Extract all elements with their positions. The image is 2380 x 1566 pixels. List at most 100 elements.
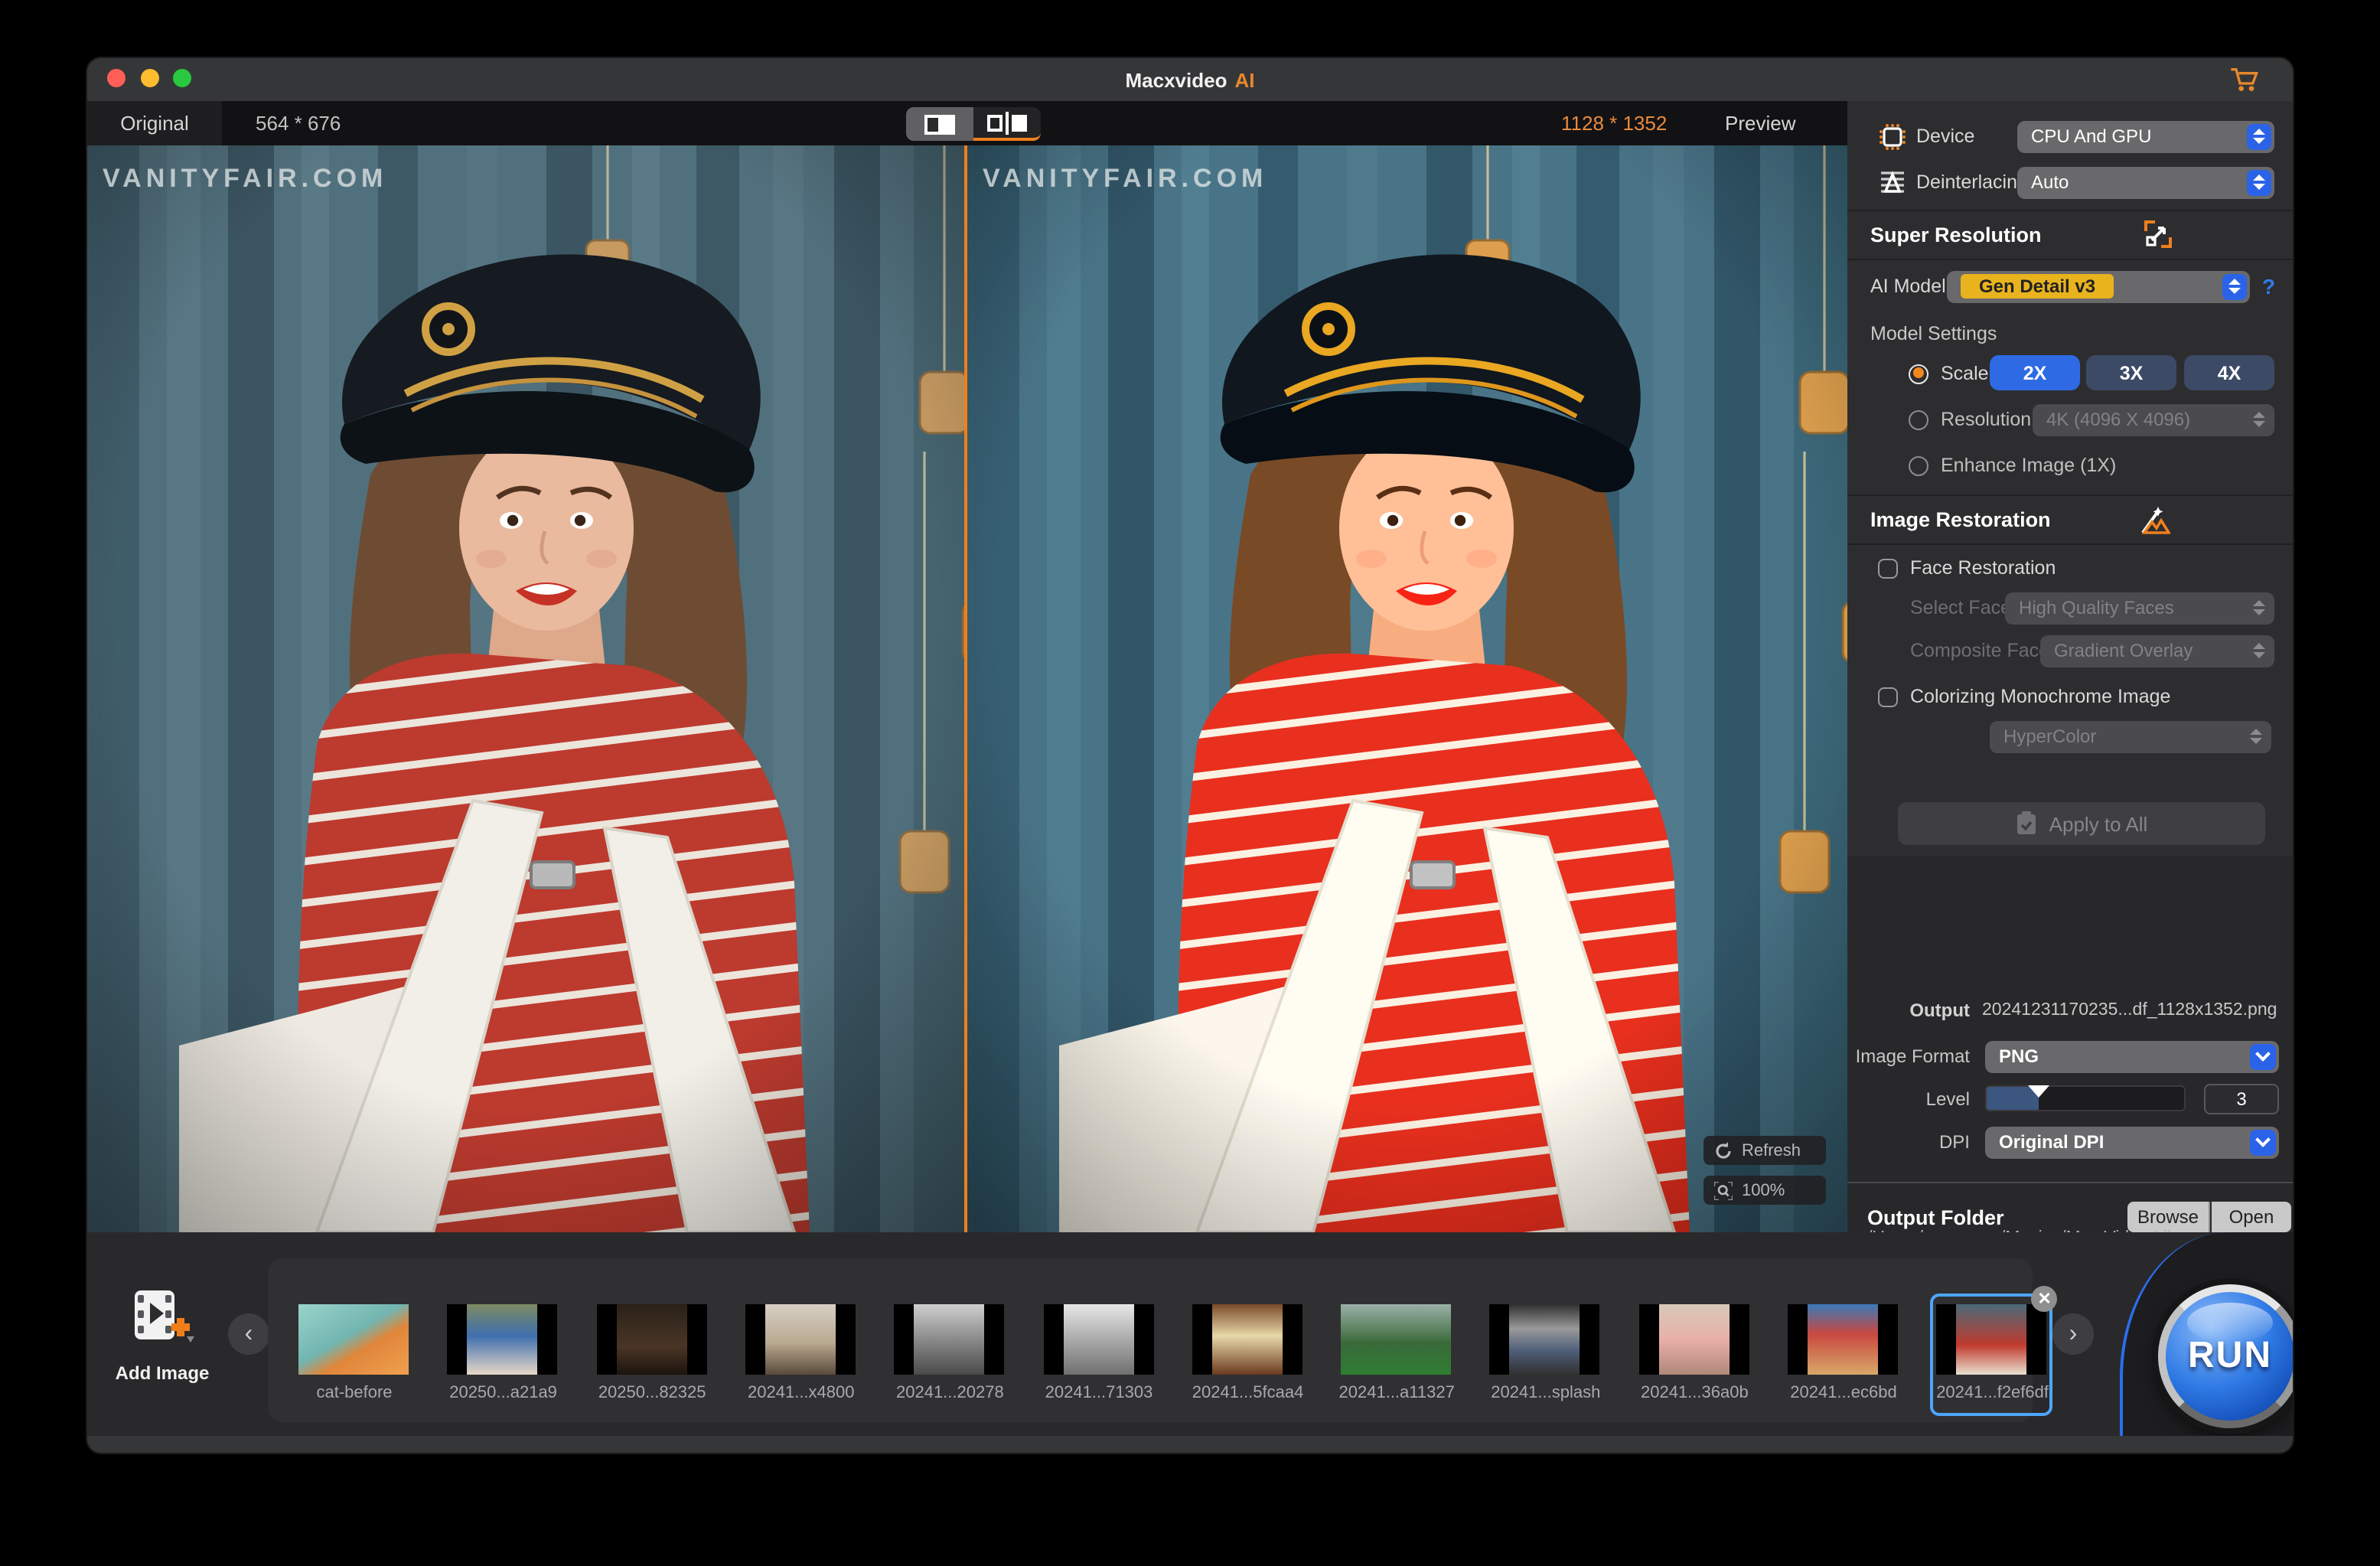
thumbnail[interactable]: 20241...20278: [875, 1258, 1024, 1422]
apply-to-all-button[interactable]: Apply to All: [1898, 802, 2265, 845]
split-view-button[interactable]: [973, 107, 1041, 141]
thumbnail-label: 20241...a11327: [1313, 1384, 1480, 1402]
thumbnail-image[interactable]: [1043, 1304, 1153, 1375]
scroll-left-button[interactable]: ‹: [228, 1313, 269, 1355]
ai-model-label: AI Model: [1870, 276, 1946, 297]
thumbnail[interactable]: 20241...splash: [1472, 1258, 1620, 1422]
face-restoration-checkbox[interactable]: [1878, 558, 1898, 578]
refresh-button[interactable]: Refresh: [1703, 1136, 1826, 1165]
add-image-button[interactable]: Add Image: [109, 1290, 216, 1384]
deinterlacing-label: Deinterlacing: [1916, 171, 2028, 193]
chevron-down-icon: [2250, 1043, 2276, 1069]
thumbnail-image[interactable]: [596, 1304, 706, 1375]
enhance-radio[interactable]: [1909, 455, 1928, 475]
output-row: Output 20241231170235...df_1128x1352.png: [1847, 989, 2293, 1032]
select-face-row: Select Face High Quality Faces: [1847, 586, 2293, 629]
resolution-dropdown: 4K (4096 X 4096): [2033, 403, 2274, 436]
view-mode-toggle: [906, 107, 1041, 141]
scale-label: Scale: [1941, 363, 1989, 384]
scale-2x-button[interactable]: 2X: [1990, 355, 2080, 390]
thumbnail[interactable]: 20241...x4800: [727, 1258, 875, 1422]
scale-radio[interactable]: [1909, 364, 1928, 383]
close-icon[interactable]: ✕: [2032, 1286, 2058, 1312]
colorizing-checkbox[interactable]: [1878, 687, 1898, 706]
level-slider[interactable]: [1985, 1085, 2186, 1111]
ai-model-row: AI Model Gen Detail v3 ?: [1847, 265, 2293, 308]
help-icon[interactable]: ?: [2262, 274, 2275, 299]
dpi-dropdown[interactable]: Original DPI: [1985, 1126, 2279, 1158]
hypercolor-row: HyperColor: [1847, 715, 2293, 758]
thumbnail[interactable]: 20250...82325: [578, 1258, 726, 1422]
dpi-row: DPI Original DPI: [1847, 1121, 2293, 1163]
thumbnail-image[interactable]: [1341, 1304, 1451, 1375]
stepper-icon: [2247, 123, 2271, 149]
run-button[interactable]: RUN: [2158, 1284, 2293, 1428]
shopping-cart-icon[interactable]: [2228, 66, 2259, 93]
thumbnail-image[interactable]: [745, 1304, 856, 1375]
tab-original[interactable]: Original: [87, 101, 222, 145]
thumbnail[interactable]: ✕20241...f2ef6df: [1919, 1258, 2067, 1422]
thumbnail-image[interactable]: [448, 1304, 558, 1375]
thumbnail-image[interactable]: [1788, 1304, 1898, 1375]
thumbnail-image[interactable]: [1937, 1304, 2047, 1375]
browse-button[interactable]: Browse: [2127, 1202, 2210, 1232]
original-pane[interactable]: VANITYFAIR.COM: [87, 145, 964, 1232]
refresh-icon: [1714, 1141, 1733, 1160]
composite-face-row: Composite Face Gradient Overlay: [1847, 629, 2293, 672]
deinterlace-icon: [1880, 169, 1906, 195]
thumbnail-image[interactable]: [298, 1304, 409, 1375]
open-button[interactable]: Open: [2212, 1202, 2291, 1232]
resolution-radio[interactable]: [1909, 409, 1928, 429]
resolution-label: Resolution: [1941, 409, 2031, 430]
split-divider[interactable]: [964, 145, 967, 1232]
image-format-row: Image Format PNG: [1847, 1035, 2293, 1078]
stepper-icon: [2247, 595, 2271, 621]
device-dropdown[interactable]: CPU And GPU: [2017, 120, 2274, 152]
stepper-icon: [2247, 638, 2271, 664]
app-window: MacxvideoAI Original 564 * 676 1128 * 13…: [87, 58, 2293, 1453]
thumbnail[interactable]: 20241...a11327: [1322, 1258, 1471, 1422]
thumbnail-image[interactable]: [894, 1304, 1004, 1375]
image-format-dropdown[interactable]: PNG: [1985, 1040, 2279, 1072]
cpu-chip-icon: [1880, 123, 1906, 149]
super-resolution-header: Super Resolution: [1847, 211, 2293, 257]
stepper-icon: [2244, 723, 2268, 749]
thumbnail[interactable]: cat-before: [280, 1258, 429, 1422]
single-view-icon: [924, 114, 955, 134]
level-slider-thumb[interactable]: [2028, 1085, 2049, 1098]
output-filename: 20241231170235...df_1128x1352.png: [1982, 1001, 2277, 1020]
zoom-level-button[interactable]: 100%: [1703, 1176, 1826, 1205]
device-label: Device: [1916, 126, 1974, 147]
resolution-row: Resolution 4K (4096 X 4096): [1847, 396, 2293, 442]
ai-model-value: Gen Detail v3: [1961, 274, 2114, 299]
thumbnail-label: 20241...ec6bd: [1760, 1384, 1927, 1402]
thumbnail[interactable]: 20241...71303: [1025, 1258, 1173, 1422]
thumbnail-image[interactable]: [1192, 1304, 1302, 1375]
deinterlacing-dropdown[interactable]: Auto: [2017, 166, 2274, 198]
level-row: Level 3: [1847, 1078, 2293, 1121]
preview-size: 1128 * 1352: [1561, 101, 1667, 145]
window-bottom-strip: [87, 1436, 2293, 1453]
ai-model-dropdown[interactable]: Gen Detail v3: [1947, 270, 2250, 302]
thumbnail-label: 20241...71303: [1016, 1384, 1182, 1402]
scale-3x-button[interactable]: 3X: [2086, 355, 2176, 390]
split-view-icon: [987, 111, 1027, 134]
stepper-icon: [2247, 169, 2271, 195]
composite-face-dropdown: Gradient Overlay: [2040, 635, 2274, 667]
screen: MacxvideoAI Original 564 * 676 1128 * 13…: [0, 0, 2380, 1566]
thumbnail-image[interactable]: [1638, 1304, 1749, 1375]
thumbnail-image[interactable]: [1490, 1304, 1600, 1375]
enhanced-pane[interactable]: VANITYFAIR.COM Refresh 100%: [967, 145, 1847, 1232]
thumbnail[interactable]: 20241...5fcaa4: [1174, 1258, 1322, 1422]
title-bar: MacxvideoAI: [87, 58, 2293, 101]
device-row: Device CPU And GPU: [1847, 115, 2293, 158]
original-size: 564 * 676: [256, 101, 341, 145]
single-view-button[interactable]: [906, 107, 973, 141]
scale-4x-button[interactable]: 4X: [2184, 355, 2274, 390]
thumbnail[interactable]: 20241...ec6bd: [1769, 1258, 1918, 1422]
thumbnail[interactable]: 20250...a21a9: [429, 1258, 578, 1422]
scroll-right-button[interactable]: ›: [2052, 1313, 2094, 1355]
stepper-icon: [2247, 406, 2271, 432]
thumbnail[interactable]: 20241...36a0b: [1620, 1258, 1769, 1422]
magic-restore-icon: [2137, 504, 2170, 534]
